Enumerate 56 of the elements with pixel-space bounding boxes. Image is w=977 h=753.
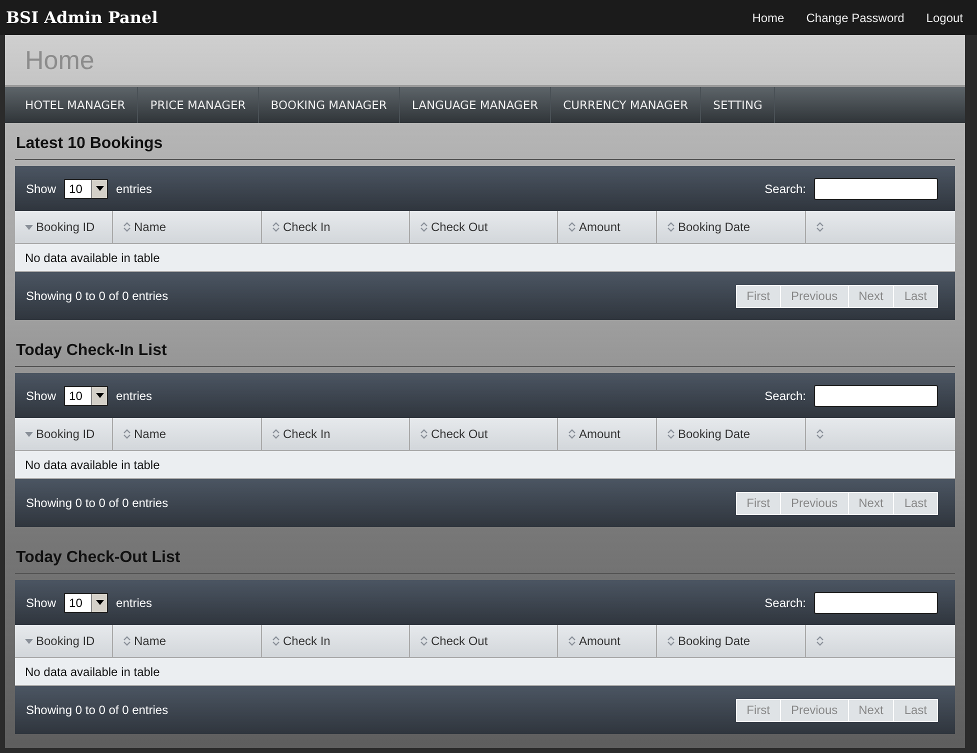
show-label: Show (26, 388, 56, 402)
column-header[interactable]: Check In (262, 211, 410, 243)
empty-table-message: No data available in table (15, 451, 955, 479)
column-header[interactable]: Booking Date (657, 418, 806, 450)
column-header[interactable]: Name (113, 418, 262, 450)
empty-table-message: No data available in table (15, 658, 955, 686)
column-header[interactable]: Amount (558, 625, 657, 657)
column-header[interactable]: Check Out (410, 211, 558, 243)
table-info: Showing 0 to 0 of 0 entries (26, 703, 168, 717)
empty-table-message: No data available in table (15, 244, 955, 272)
nav-item[interactable]: CURRENCY MANAGER (551, 87, 702, 123)
entries-select[interactable]: 10 (64, 386, 108, 406)
nav-item[interactable]: BOOKING MANAGER (258, 87, 400, 123)
column-header[interactable]: Check Out (410, 418, 558, 450)
search-label: Search: (764, 182, 806, 196)
entries-label: entries (116, 388, 152, 402)
show-label: Show (26, 182, 56, 196)
section-title: Today Check-Out List (15, 541, 955, 574)
column-header[interactable]: Check In (262, 418, 410, 450)
caret-icon (96, 186, 104, 191)
entries-label: entries (116, 596, 152, 610)
search-label: Search: (764, 596, 806, 610)
nav-item[interactable]: HOTEL MANAGER (5, 87, 138, 123)
section-title: Today Check-In List (15, 334, 955, 367)
search-field[interactable] (814, 384, 938, 406)
entries-select[interactable]: 10 (64, 592, 108, 612)
column-header[interactable]: Booking ID (15, 625, 113, 657)
column-header[interactable]: Check In (262, 625, 410, 657)
app-title: BSI Admin Panel (6, 8, 158, 27)
column-header[interactable]: Booking Date (657, 211, 806, 243)
column-header[interactable]: Amount (558, 211, 657, 243)
search-label: Search: (764, 388, 806, 402)
top-link[interactable]: Home (752, 10, 784, 24)
entries-label: entries (116, 182, 152, 196)
section-title: Latest 10 Bookings (15, 127, 955, 160)
show-label: Show (26, 596, 56, 610)
caret-icon (96, 600, 104, 605)
nav-item[interactable]: PRICE MANAGER (138, 87, 259, 123)
top-link[interactable]: Logout (926, 10, 963, 24)
column-header[interactable]: Amount (558, 418, 657, 450)
top-link[interactable]: Change Password (806, 10, 904, 24)
column-header[interactable]: Name (113, 625, 262, 657)
table-info: Showing 0 to 0 of 0 entries (26, 289, 168, 303)
column-header[interactable]: Check Out (410, 625, 558, 657)
nav-item[interactable]: SETTING (701, 87, 776, 123)
search-field[interactable] (814, 178, 938, 200)
nav-item[interactable]: LANGUAGE MANAGER (400, 87, 552, 123)
page-title: Home (25, 44, 94, 76)
column-header[interactable]: Booking Date (657, 625, 806, 657)
entries-select[interactable]: 10 (64, 178, 108, 198)
column-header[interactable]: Booking ID (15, 211, 113, 243)
caret-icon (96, 393, 104, 398)
column-header[interactable]: Booking ID (15, 418, 113, 450)
table-info: Showing 0 to 0 of 0 entries (26, 496, 168, 510)
search-field[interactable] (814, 592, 938, 614)
column-header[interactable]: Name (113, 211, 262, 243)
